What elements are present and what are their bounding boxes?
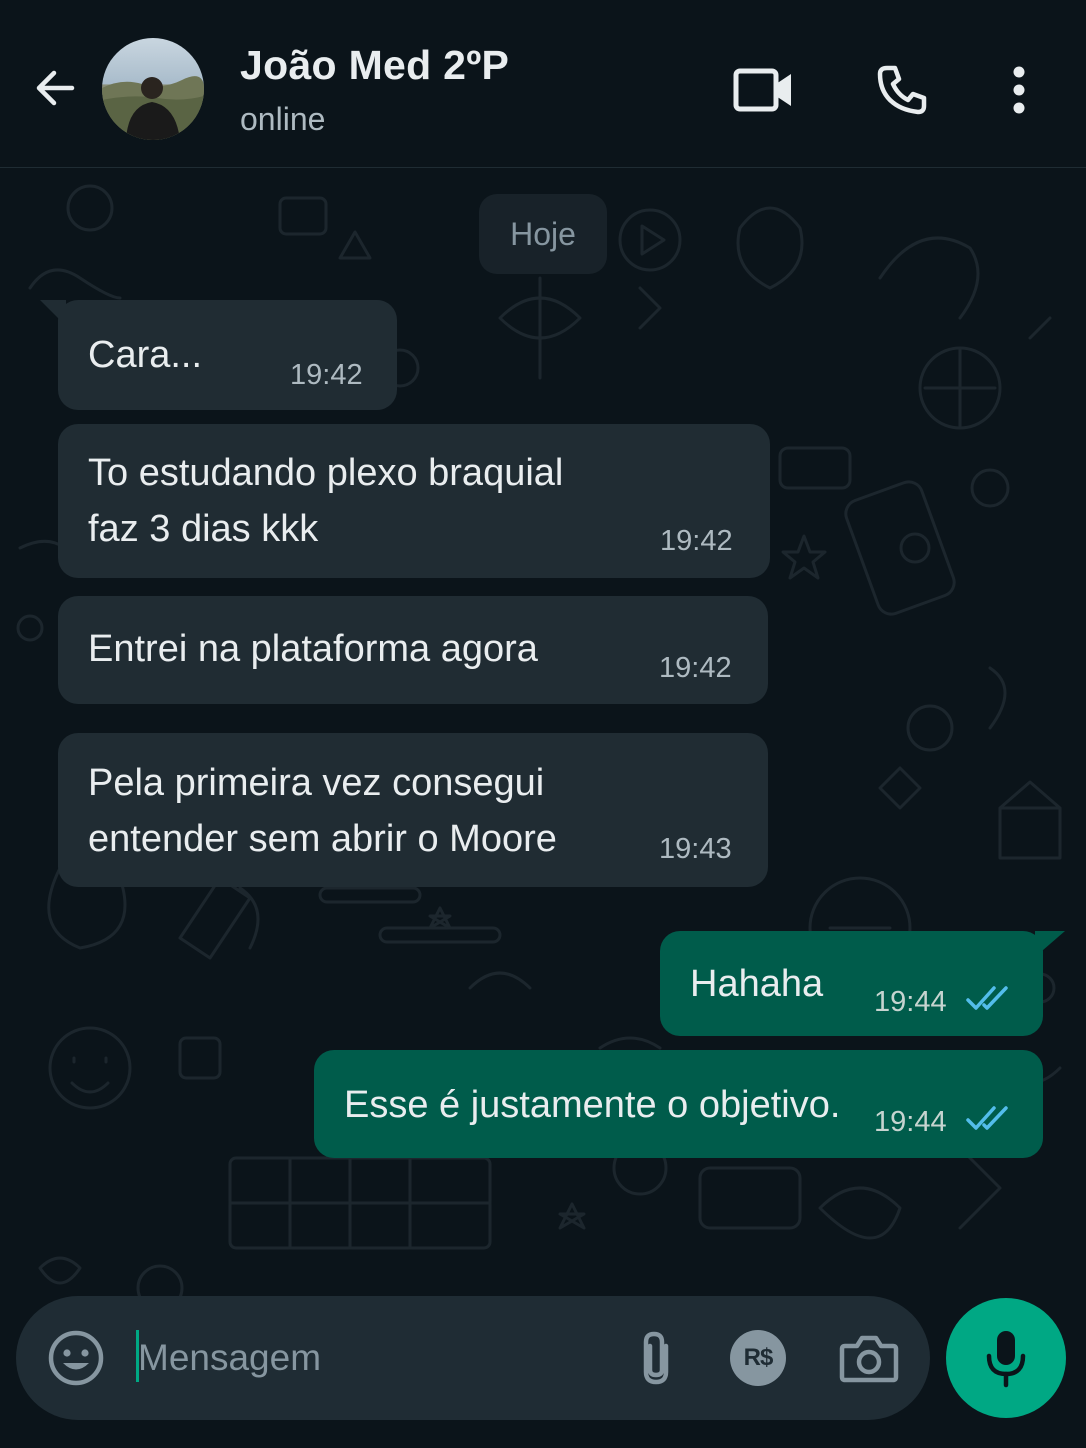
message-list[interactable]: Hoje Cara... 19:42 To estudando plexo br… <box>0 168 1086 1448</box>
whatsapp-chat-screen: João Med 2ºP online Hoje Cara... 19:42 T… <box>0 0 1086 1448</box>
payment-button[interactable]: R$ <box>728 1328 788 1388</box>
contact-status: online <box>240 101 326 137</box>
message-time: 19:44 <box>874 1106 947 1138</box>
message-time: 19:43 <box>659 833 732 865</box>
chat-header: João Med 2ºP online <box>0 0 1086 168</box>
message-text: Entrei na plataforma agora <box>88 628 538 670</box>
outgoing-message[interactable]: Hahaha 19:44 <box>660 931 1065 1036</box>
phone-icon <box>877 65 927 115</box>
message-input[interactable] <box>134 1326 604 1390</box>
voice-message-button[interactable] <box>946 1298 1066 1418</box>
emoji-icon <box>48 1330 104 1386</box>
avatar-photo <box>102 38 204 140</box>
message-time: 19:44 <box>874 986 947 1018</box>
video-call-button[interactable] <box>728 58 800 122</box>
date-divider: Hoje <box>479 194 607 274</box>
video-camera-icon <box>733 68 791 112</box>
bubble-tail <box>40 300 66 326</box>
text-cursor <box>136 1330 139 1382</box>
payment-icon: R$ <box>730 1330 786 1386</box>
message-composer: R$ <box>16 1296 930 1420</box>
message-text: Cara... <box>88 334 203 376</box>
message-time: 19:42 <box>660 525 733 557</box>
voice-call-button[interactable] <box>868 58 936 122</box>
more-options-button[interactable] <box>994 58 1044 122</box>
arrow-left-icon <box>36 70 75 106</box>
paperclip-icon <box>643 1331 669 1385</box>
payment-label: R$ <box>743 1344 774 1371</box>
camera-button[interactable] <box>836 1326 902 1390</box>
contact-avatar[interactable] <box>102 38 204 140</box>
incoming-message[interactable]: Entrei na plataforma agora 19:42 <box>58 596 768 704</box>
message-text: Esse é justamente o objetivo. <box>344 1084 841 1126</box>
back-button[interactable] <box>26 60 82 116</box>
double-check-icon <box>966 986 1008 1010</box>
message-text: Pela primeira vez consegui entender sem … <box>88 762 557 860</box>
double-check-icon <box>966 1106 1008 1130</box>
microphone-icon <box>986 1331 1026 1388</box>
more-vertical-icon <box>1013 66 1025 114</box>
message-time: 19:42 <box>290 359 363 391</box>
attach-button[interactable] <box>624 1324 688 1392</box>
contact-name[interactable]: João Med 2ºP <box>240 42 509 89</box>
incoming-message[interactable]: To estudando plexo braquial faz 3 dias k… <box>58 424 770 578</box>
camera-icon <box>839 1335 899 1383</box>
bubble-tail <box>1035 931 1065 957</box>
message-text: To estudando plexo braquial faz 3 dias k… <box>88 452 564 550</box>
message-time: 19:42 <box>659 652 732 684</box>
emoji-button[interactable] <box>46 1328 106 1388</box>
incoming-message[interactable]: Pela primeira vez consegui entender sem … <box>58 733 768 887</box>
incoming-message[interactable]: Cara... 19:42 <box>40 300 397 410</box>
outgoing-message[interactable]: Esse é justamente o objetivo. 19:44 <box>314 1050 1043 1158</box>
message-text: Hahaha <box>690 963 824 1005</box>
